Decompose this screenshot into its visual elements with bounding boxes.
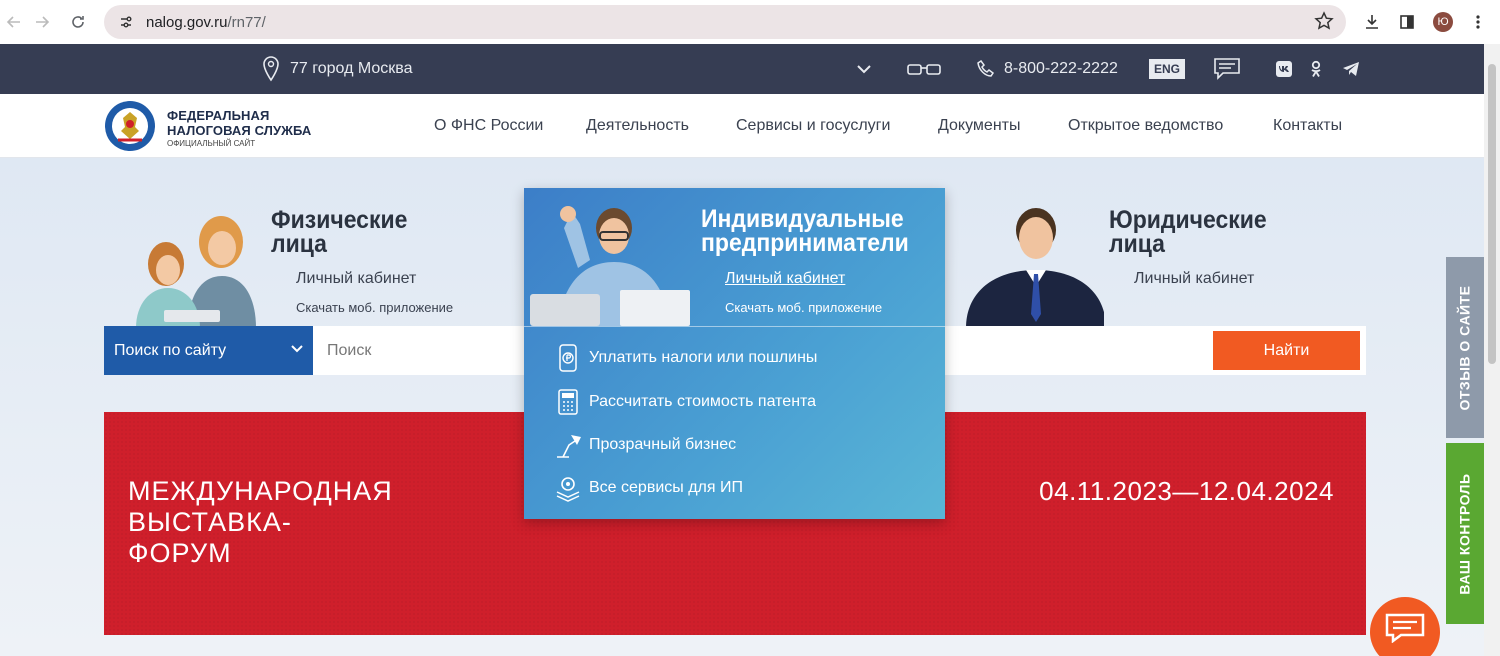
language-switch[interactable]: ENG <box>1149 44 1186 94</box>
nav-documents[interactable]: Документы <box>938 94 1020 158</box>
chevron-down-icon[interactable] <box>857 44 871 94</box>
your-control-tab[interactable]: ВАШ КОНТРОЛЬ <box>1446 443 1484 624</box>
back-icon[interactable] <box>2 10 26 34</box>
nav-contacts[interactable]: Контакты <box>1273 94 1342 158</box>
service-transparent-business[interactable]: Прозрачный бизнес <box>552 429 736 461</box>
address-bar[interactable]: nalog.gov.ru/rn77/ <box>104 5 1346 39</box>
legal-cabinet-link[interactable]: Личный кабинет <box>1134 270 1254 288</box>
page-scrollbar[interactable] <box>1484 44 1500 656</box>
individuals-app-link[interactable]: Скачать моб. приложение <box>296 300 453 315</box>
individuals-illustration <box>136 216 256 328</box>
phone-number: 8-800-222-2222 <box>1004 60 1118 77</box>
site-settings-icon[interactable] <box>114 10 138 34</box>
side-panel-icon[interactable] <box>1395 10 1419 34</box>
entrepreneurs-app-link[interactable]: Скачать моб. приложение <box>725 300 882 315</box>
logo-text[interactable]: ФЕДЕРАЛЬНАЯ НАЛОГОВАЯ СЛУЖБА ОФИЦИАЛЬНЫЙ… <box>167 108 311 149</box>
service-patent-calc[interactable]: Рассчитать стоимость патента <box>552 386 816 418</box>
site-header: ФЕДЕРАЛЬНАЯ НАЛОГОВАЯ СЛУЖБА ОФИЦИАЛЬНЫЙ… <box>0 94 1484 158</box>
region-selector[interactable]: 77 город Москва <box>262 44 412 94</box>
profile-avatar[interactable]: Ю <box>1431 10 1455 34</box>
calculator-icon <box>552 386 584 418</box>
chat-icon <box>1385 613 1425 643</box>
entrepreneurs-card: Индивидуальные предприниматели Личный ка… <box>524 188 945 519</box>
telegram-icon[interactable] <box>1342 44 1360 94</box>
search-scope-select[interactable]: Поиск по сайту <box>104 326 313 375</box>
individuals-cabinet-link[interactable]: Личный кабинет <box>296 270 416 288</box>
browser-toolbar: nalog.gov.ru/rn77/ Ю <box>0 0 1500 44</box>
scrollbar-thumb[interactable] <box>1488 64 1496 364</box>
nav-open-agency[interactable]: Открытое ведомство <box>1068 94 1223 158</box>
banner-title: МЕЖДУНАРОДНАЯ ВЫСТАВКА- ФОРУМ <box>128 476 393 568</box>
entrepreneurs-title[interactable]: Индивидуальные предприниматели <box>701 207 909 256</box>
url-text: nalog.gov.ru/rn77/ <box>146 13 266 31</box>
bookmark-star-icon[interactable] <box>1314 11 1334 36</box>
feedback-message-icon[interactable] <box>1214 44 1240 94</box>
vk-icon[interactable] <box>1276 44 1292 94</box>
fns-emblem-logo[interactable] <box>104 100 156 152</box>
service-pay-taxes[interactable]: Уплатить налоги или пошлины <box>552 342 817 374</box>
card-divider <box>524 326 945 327</box>
lamp-icon <box>552 429 584 461</box>
banner-dates: 04.11.2023—12.04.2024 <box>1039 476 1334 506</box>
gear-stack-icon <box>552 472 584 504</box>
ok-icon[interactable] <box>1310 44 1322 94</box>
download-icon[interactable] <box>1360 10 1384 34</box>
ruble-phone-icon <box>552 342 584 374</box>
region-label: 77 город Москва <box>290 60 413 77</box>
legal-entities-title[interactable]: Юридические лица <box>1109 208 1267 257</box>
entrepreneurs-cabinet-link[interactable]: Личный кабинет <box>725 270 845 288</box>
entrepreneur-illustration <box>530 206 690 326</box>
phone-link[interactable]: 8-800-222-2222 <box>977 44 1118 94</box>
top-info-bar: 77 город Москва 8-800-222-2222 ENG <box>0 44 1484 94</box>
service-all-ip[interactable]: Все сервисы для ИП <box>552 472 743 504</box>
individuals-title[interactable]: Физические лица <box>271 208 407 257</box>
browser-menu-icon[interactable] <box>1466 10 1490 34</box>
nav-services[interactable]: Сервисы и госуслуги <box>736 94 890 158</box>
map-pin-icon <box>262 56 280 82</box>
search-button[interactable]: Найти <box>1213 331 1360 370</box>
legal-entities-illustration <box>966 208 1104 328</box>
nav-activity[interactable]: Деятельность <box>586 94 689 158</box>
feedback-tab[interactable]: ОТЗЫВ О САЙТЕ <box>1446 257 1484 438</box>
chevron-down-icon <box>291 345 303 353</box>
nav-about[interactable]: О ФНС России <box>434 94 543 158</box>
reload-icon[interactable] <box>66 10 90 34</box>
phone-icon <box>977 60 995 78</box>
accessibility-glasses-icon[interactable] <box>907 44 941 94</box>
forward-icon[interactable] <box>30 10 54 34</box>
